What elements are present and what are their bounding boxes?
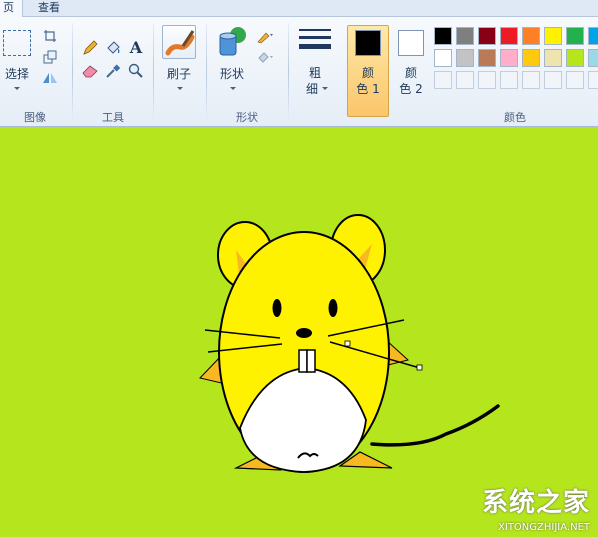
color2-swatch: [398, 30, 424, 56]
palette-swatch[interactable]: [500, 27, 518, 45]
brush-button[interactable]: [162, 25, 196, 59]
palette-custom-slot[interactable]: [456, 71, 474, 89]
color1-swatch: [355, 30, 381, 56]
line-size-icon: [299, 29, 331, 49]
palette-swatch[interactable]: [566, 27, 584, 45]
drawing-canvas[interactable]: [0, 128, 598, 537]
color1-label-line1: 颜: [361, 66, 374, 80]
palette-swatch[interactable]: [588, 49, 598, 67]
size-label-line1: 粗: [308, 66, 321, 80]
palette-swatch[interactable]: [456, 49, 474, 67]
palette-swatch[interactable]: [544, 27, 562, 45]
palette-custom-slot[interactable]: [434, 71, 452, 89]
palette-swatch[interactable]: [478, 27, 496, 45]
outline-icon[interactable]: [256, 27, 274, 45]
image-group-label: 图像: [24, 111, 46, 124]
left-eye: [272, 299, 282, 317]
palette-swatch[interactable]: [522, 49, 540, 67]
separator: [206, 23, 207, 121]
size-dropdown-arrow: [322, 87, 328, 90]
palette-swatch[interactable]: [500, 49, 518, 67]
tab-home[interactable]: 页: [0, 0, 23, 17]
brush-icon: [165, 30, 195, 56]
selection-handle[interactable]: [344, 340, 351, 347]
brush-label: 刷子: [166, 67, 191, 81]
resize-icon[interactable]: [41, 48, 59, 66]
shapes-dropdown-arrow[interactable]: [230, 87, 236, 90]
tab-view[interactable]: 查看: [30, 0, 68, 17]
shapes-button[interactable]: [215, 25, 249, 59]
palette-custom-slot[interactable]: [522, 71, 540, 89]
palette-swatch[interactable]: [456, 27, 474, 45]
pencil-icon[interactable]: [81, 39, 99, 57]
right-tooth: [306, 349, 316, 373]
text-tool-icon[interactable]: A: [127, 38, 145, 57]
palette-custom-slot[interactable]: [544, 71, 562, 89]
brush-dropdown-arrow[interactable]: [177, 87, 183, 90]
color-picker-icon[interactable]: [104, 62, 122, 80]
shapes-icon: [219, 27, 246, 56]
palette-swatch[interactable]: [566, 49, 584, 67]
fill-bucket-icon[interactable]: [104, 39, 122, 57]
ribbon-tab-bar: 页 查看: [0, 0, 598, 17]
ribbon: 选择 图像 A 工具 刷子 形状 形状 粗 细 颜 色 1 颜 色 2 颜色: [0, 17, 598, 127]
palette-custom-slot[interactable]: [566, 71, 584, 89]
palette-swatch[interactable]: [434, 27, 452, 45]
color2-label-line2: 色 2: [399, 82, 423, 96]
palette-custom-slot[interactable]: [478, 71, 496, 89]
watermark-url: XITONGZHIJIA.NET: [498, 522, 590, 533]
rotate-icon[interactable]: [41, 69, 59, 87]
select-label: 选择: [4, 67, 29, 81]
select-dropdown-arrow[interactable]: [14, 87, 20, 90]
color2-button[interactable]: 颜 色 2: [392, 25, 430, 117]
palette-swatch[interactable]: [478, 49, 496, 67]
separator: [153, 23, 154, 121]
palette-custom-slot[interactable]: [500, 71, 518, 89]
left-tooth: [298, 349, 308, 373]
nose: [296, 328, 312, 338]
palette-swatch[interactable]: [434, 49, 452, 67]
separator: [72, 23, 73, 121]
selection-handle[interactable]: [416, 364, 423, 371]
shapes-label: 形状: [219, 67, 244, 81]
magnifier-icon[interactable]: [127, 62, 145, 80]
separator: [288, 23, 289, 121]
colors-group-label: 颜色: [504, 111, 526, 124]
color1-label-line2: 色 1: [356, 82, 380, 96]
crop-icon[interactable]: [41, 27, 59, 45]
palette-custom-slot[interactable]: [588, 71, 598, 89]
palette-swatch[interactable]: [522, 27, 540, 45]
tools-group-label: 工具: [102, 111, 124, 124]
palette-swatch[interactable]: [544, 49, 562, 67]
palette-swatch[interactable]: [588, 27, 598, 45]
shapes-group-label: 形状: [236, 111, 258, 124]
fill-icon[interactable]: [256, 49, 274, 67]
watermark-logo: 系统之家: [481, 488, 590, 518]
eraser-icon[interactable]: [81, 62, 99, 80]
select-button[interactable]: [3, 30, 31, 56]
color2-label-line1: 颜: [404, 66, 417, 80]
right-eye: [328, 299, 338, 317]
